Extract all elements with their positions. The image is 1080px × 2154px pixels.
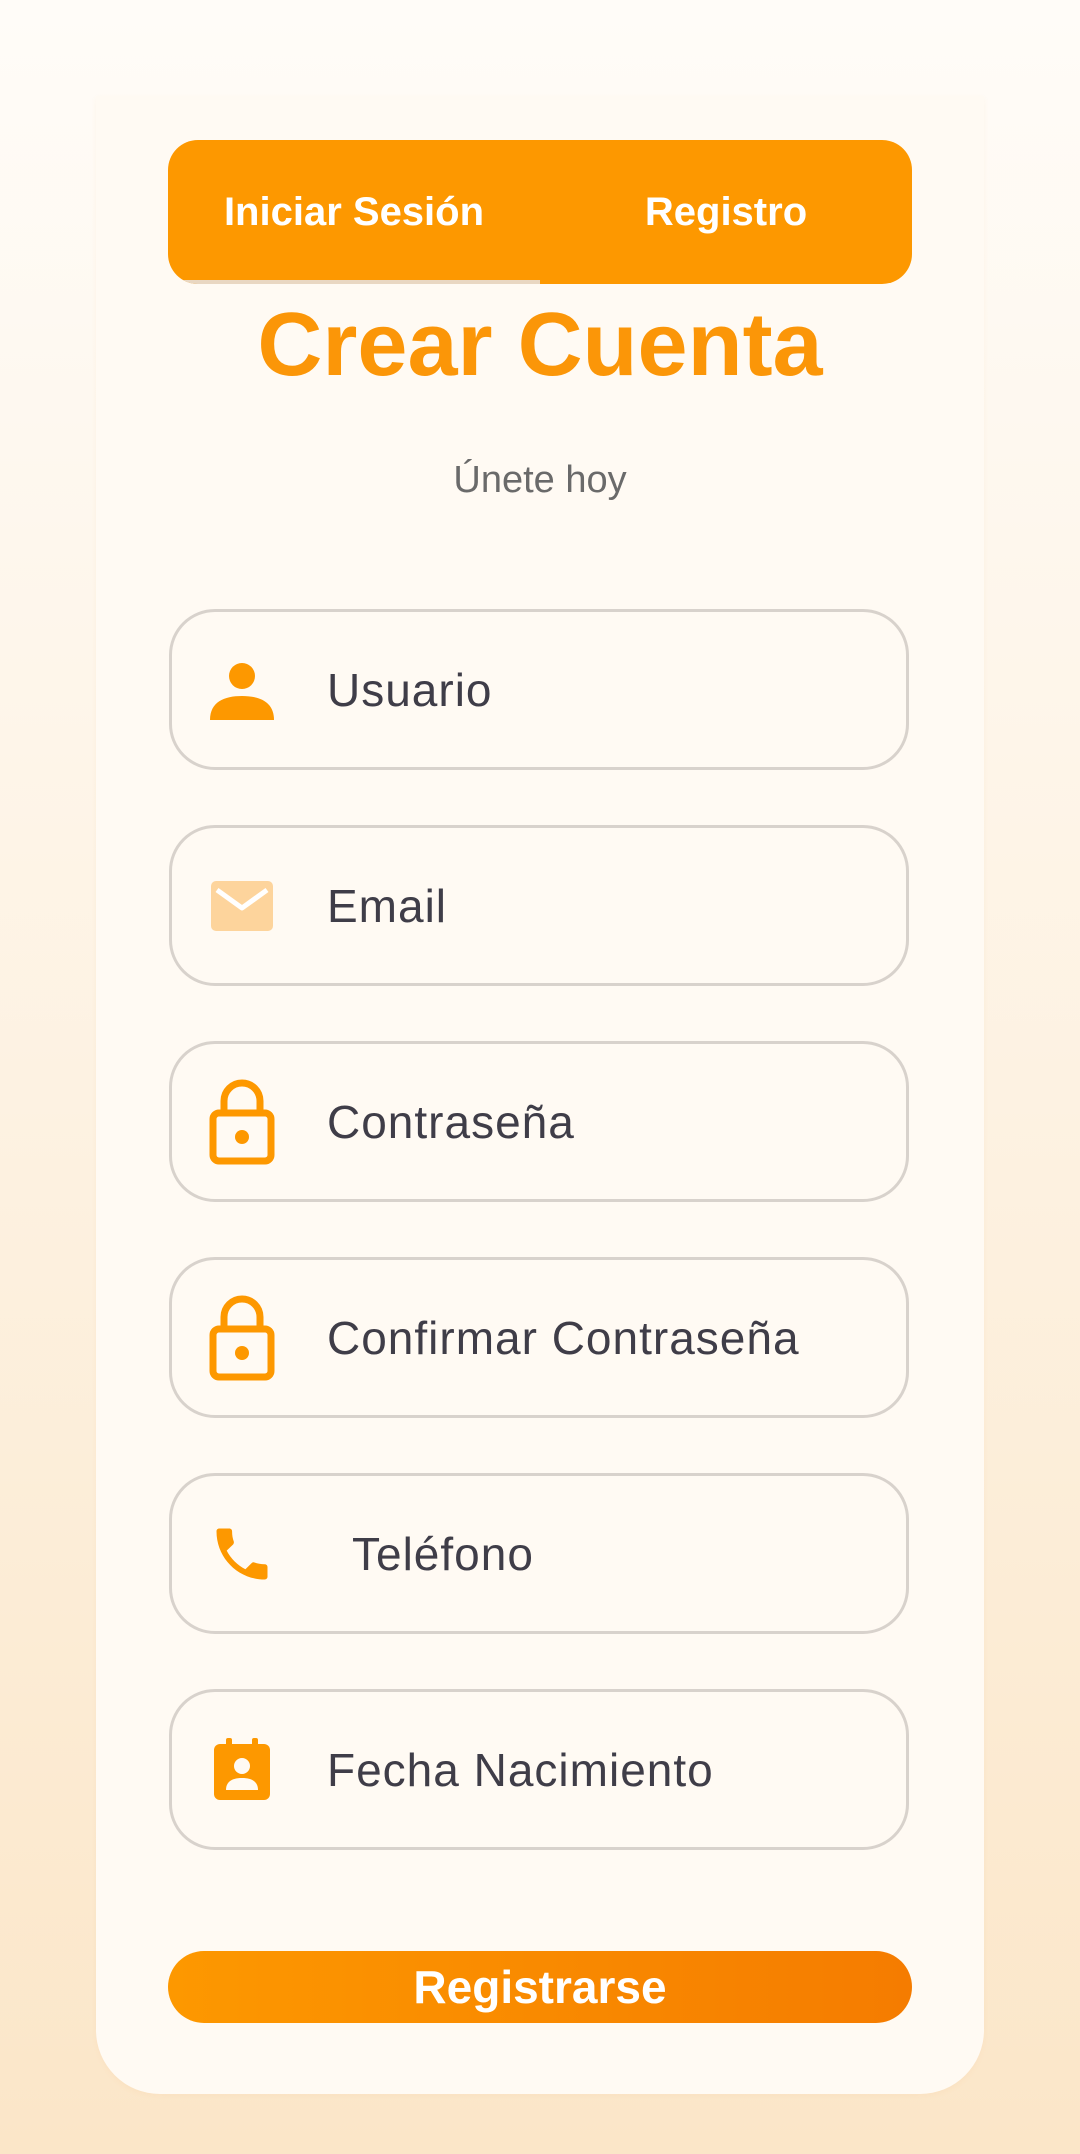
phone-field[interactable]: Teléfono (169, 1473, 909, 1634)
register-button[interactable]: Registrarse (168, 1951, 912, 2023)
username-field[interactable]: Usuario (169, 609, 909, 770)
email-icon (208, 872, 276, 940)
email-field[interactable]: Email (169, 825, 909, 986)
auth-tabs: Iniciar Sesión Registro (168, 140, 912, 284)
email-placeholder: Email (327, 879, 448, 932)
confirm-password-field[interactable]: Confirmar Contraseña (169, 1257, 909, 1418)
page-title: Crear Cuenta (257, 295, 823, 395)
tab-login[interactable]: Iniciar Sesión (168, 140, 540, 284)
tab-register[interactable]: Registro (540, 140, 912, 284)
phone-icon (208, 1520, 276, 1588)
birthdate-field[interactable]: Fecha Nacimiento (169, 1689, 909, 1850)
phone-placeholder: Teléfono (352, 1527, 534, 1580)
tab-login-label: Iniciar Sesión (223, 189, 485, 234)
confirm-password-placeholder: Confirmar Contraseña (327, 1311, 800, 1364)
lock-icon (208, 1079, 276, 1164)
calendar-person-icon (208, 1736, 276, 1804)
username-placeholder: Usuario (327, 663, 493, 716)
tab-register-label: Registro (644, 189, 808, 234)
password-field[interactable]: Contraseña (169, 1041, 909, 1202)
person-icon (208, 656, 276, 724)
page-subtitle: Únete hoy (453, 459, 627, 501)
birthdate-placeholder: Fecha Nacimiento (327, 1743, 714, 1796)
tab-indicator (168, 280, 540, 284)
password-placeholder: Contraseña (327, 1095, 575, 1148)
lock-icon (208, 1295, 276, 1380)
